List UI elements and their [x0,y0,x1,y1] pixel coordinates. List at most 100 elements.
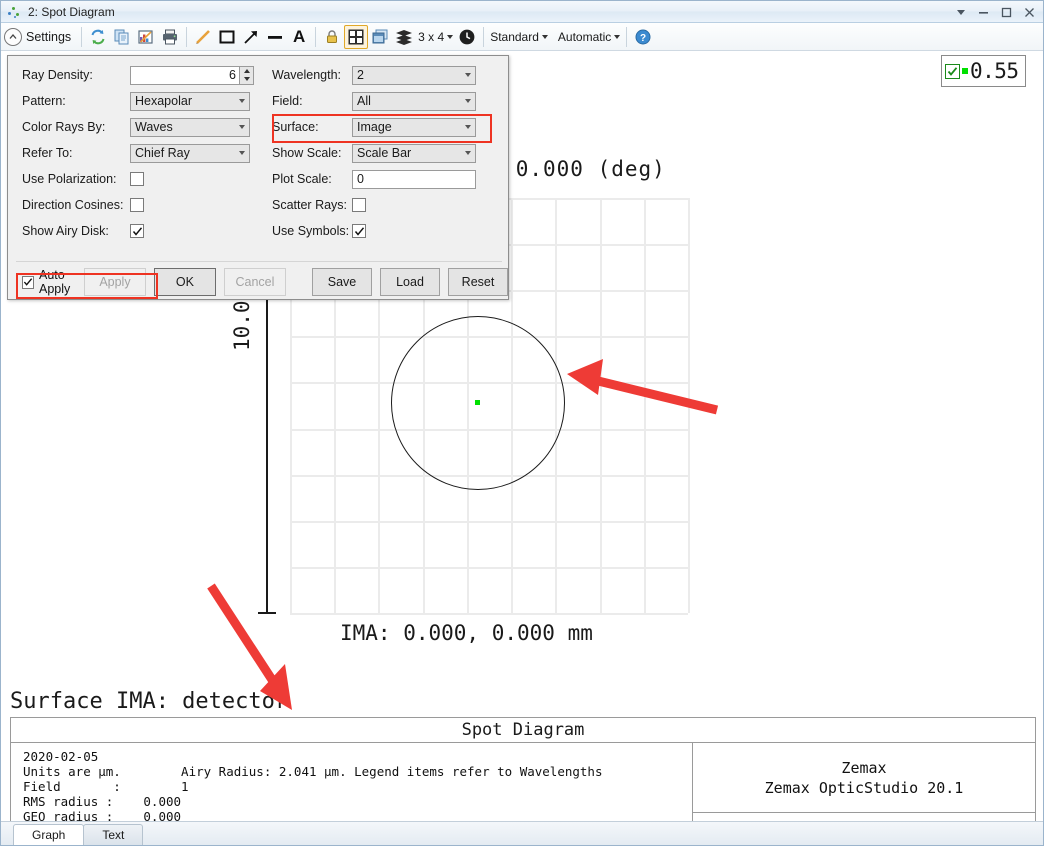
refer-to-label: Refer To: [22,146,130,160]
toolbar-separator-1 [81,27,82,47]
mode-dropdown-label: Automatic [558,30,611,44]
use-polarization-checkbox[interactable] [130,172,144,186]
tab-text[interactable]: Text [83,824,143,845]
arrow-icon[interactable] [239,25,263,49]
maximize-icon[interactable] [995,2,1018,22]
dropdown-caret-icon[interactable] [949,2,972,22]
settings-panel: Ray Density: 6 Pattern: Hexapolar Color … [7,55,509,300]
chevron-down-icon [239,99,245,103]
scatter-rays-label: Scatter Rays: [272,198,352,212]
line-icon[interactable] [263,25,287,49]
ray-density-input[interactable]: 6 [130,66,240,85]
surface-dropdown[interactable]: Image [352,118,476,137]
setting-plot-scale: Plot Scale: 0 [258,166,508,192]
info-block-right: Zemax Zemax OpticStudio 20.1 Simple_Spec… [692,743,1035,821]
surface-value: Image [357,120,392,134]
auto-apply-control[interactable]: Auto Apply [22,268,76,296]
chevron-up-icon [4,28,22,46]
pattern-value: Hexapolar [135,94,192,108]
setting-scatter-rays: Scatter Rays: [258,192,508,218]
info-line: Field : 1 [23,779,692,794]
print-icon[interactable] [158,25,182,49]
settings-button-label: Settings [26,30,71,44]
lock-icon[interactable] [320,25,344,49]
rectangle-icon[interactable] [215,25,239,49]
wavelength-label: Wavelength: [272,68,352,82]
window-icon[interactable] [368,25,392,49]
surface-label-setting: Surface: [272,120,352,134]
grid-line-vertical [688,198,690,613]
tab-graph[interactable]: Graph [13,824,84,845]
info-line: RMS radius : 0.000 [23,794,692,809]
chevron-down-icon [239,125,245,129]
setting-field: Field: All [258,88,508,114]
use-polarization-label: Use Polarization: [22,172,130,186]
info-line: GEO radius : 0.000 [23,809,692,821]
show-scale-value: Scale Bar [357,146,411,160]
show-scale-dropdown[interactable]: Scale Bar [352,144,476,163]
wavelength-dropdown[interactable]: 2 [352,66,476,85]
view-tab-bar: Graph Text [1,821,1043,845]
chevron-down-icon [465,125,471,129]
layers-icon[interactable] [392,25,416,49]
wavelength-value: 2 [357,68,364,82]
color-rays-by-dropdown[interactable]: Waves [130,118,250,137]
apply-button[interactable]: Apply [84,268,146,296]
scale-bar-tick [258,612,276,614]
mode-dropdown[interactable]: Automatic [556,30,622,44]
chevron-down-icon [614,35,620,39]
show-airy-disk-checkbox[interactable] [130,224,144,238]
ray-density-stepper[interactable] [240,66,254,85]
settings-left-column: Ray Density: 6 Pattern: Hexapolar Color … [8,62,258,256]
layout-size-dropdown[interactable]: 3 x 4 [416,30,455,44]
refer-to-dropdown[interactable]: Chief Ray [130,144,250,163]
pattern-label: Pattern: [22,94,130,108]
chevron-down-icon [447,35,453,39]
auto-apply-checkbox[interactable] [22,276,34,289]
auto-apply-label: Auto Apply [39,268,76,296]
wavelength-legend[interactable]: 0.55 [941,55,1026,87]
use-symbols-checkbox[interactable] [352,224,366,238]
legend-checkbox[interactable] [945,64,960,79]
info-line: 2020-02-05 [23,749,692,764]
save-button[interactable]: Save [312,268,372,296]
surface-label: Surface IMA: detector [10,689,288,714]
direction-cosines-checkbox[interactable] [130,198,144,212]
ok-button[interactable]: OK [154,268,216,296]
copy-icon[interactable] [110,25,134,49]
close-icon[interactable] [1018,2,1041,22]
scatter-rays-checkbox[interactable] [352,198,366,212]
settings-right-column: Wavelength: 2 Field: All Surface: [258,62,508,256]
window-title: 2: Spot Diagram [28,5,115,19]
svg-text:?: ? [640,33,646,44]
pattern-dropdown[interactable]: Hexapolar [130,92,250,111]
vendor-version: Zemax OpticStudio 20.1 [765,778,964,798]
style-dropdown[interactable]: Standard [488,30,550,44]
pencil-icon[interactable] [191,25,215,49]
minimize-icon[interactable] [972,2,995,22]
setting-direction-cosines: Direction Cosines: [8,192,258,218]
settings-button[interactable]: Settings [1,25,77,49]
field-label: Field: [272,94,352,108]
load-button[interactable]: Load [380,268,440,296]
setting-show-airy-disk: Show Airy Disk: [8,218,258,244]
setting-pattern: Pattern: Hexapolar [8,88,258,114]
setting-wavelength: Wavelength: 2 [258,62,508,88]
info-block-title: Spot Diagram [11,718,1035,743]
grid-line-horizontal [290,567,688,569]
reset-button[interactable]: Reset [448,268,508,296]
text-icon[interactable]: A [287,25,311,49]
plot-scale-input[interactable]: 0 [352,170,476,189]
refresh-icon[interactable] [86,25,110,49]
info-block-left-text: 2020-02-05Units are µm. Airy Radius: 2.0… [11,743,692,821]
field-dropdown[interactable]: All [352,92,476,111]
help-icon[interactable]: ? [631,25,655,49]
style-dropdown-label: Standard [490,30,539,44]
cancel-button[interactable]: Cancel [224,268,286,296]
info-line: Units are µm. Airy Radius: 2.041 µm. Leg… [23,764,692,779]
save-image-icon[interactable] [134,25,158,49]
grid-layout-icon[interactable] [344,25,368,49]
legend-wavelength-value: 0.55 [970,59,1019,83]
clock-icon[interactable] [455,25,479,49]
vendor-info: Zemax Zemax OpticStudio 20.1 [693,743,1035,813]
